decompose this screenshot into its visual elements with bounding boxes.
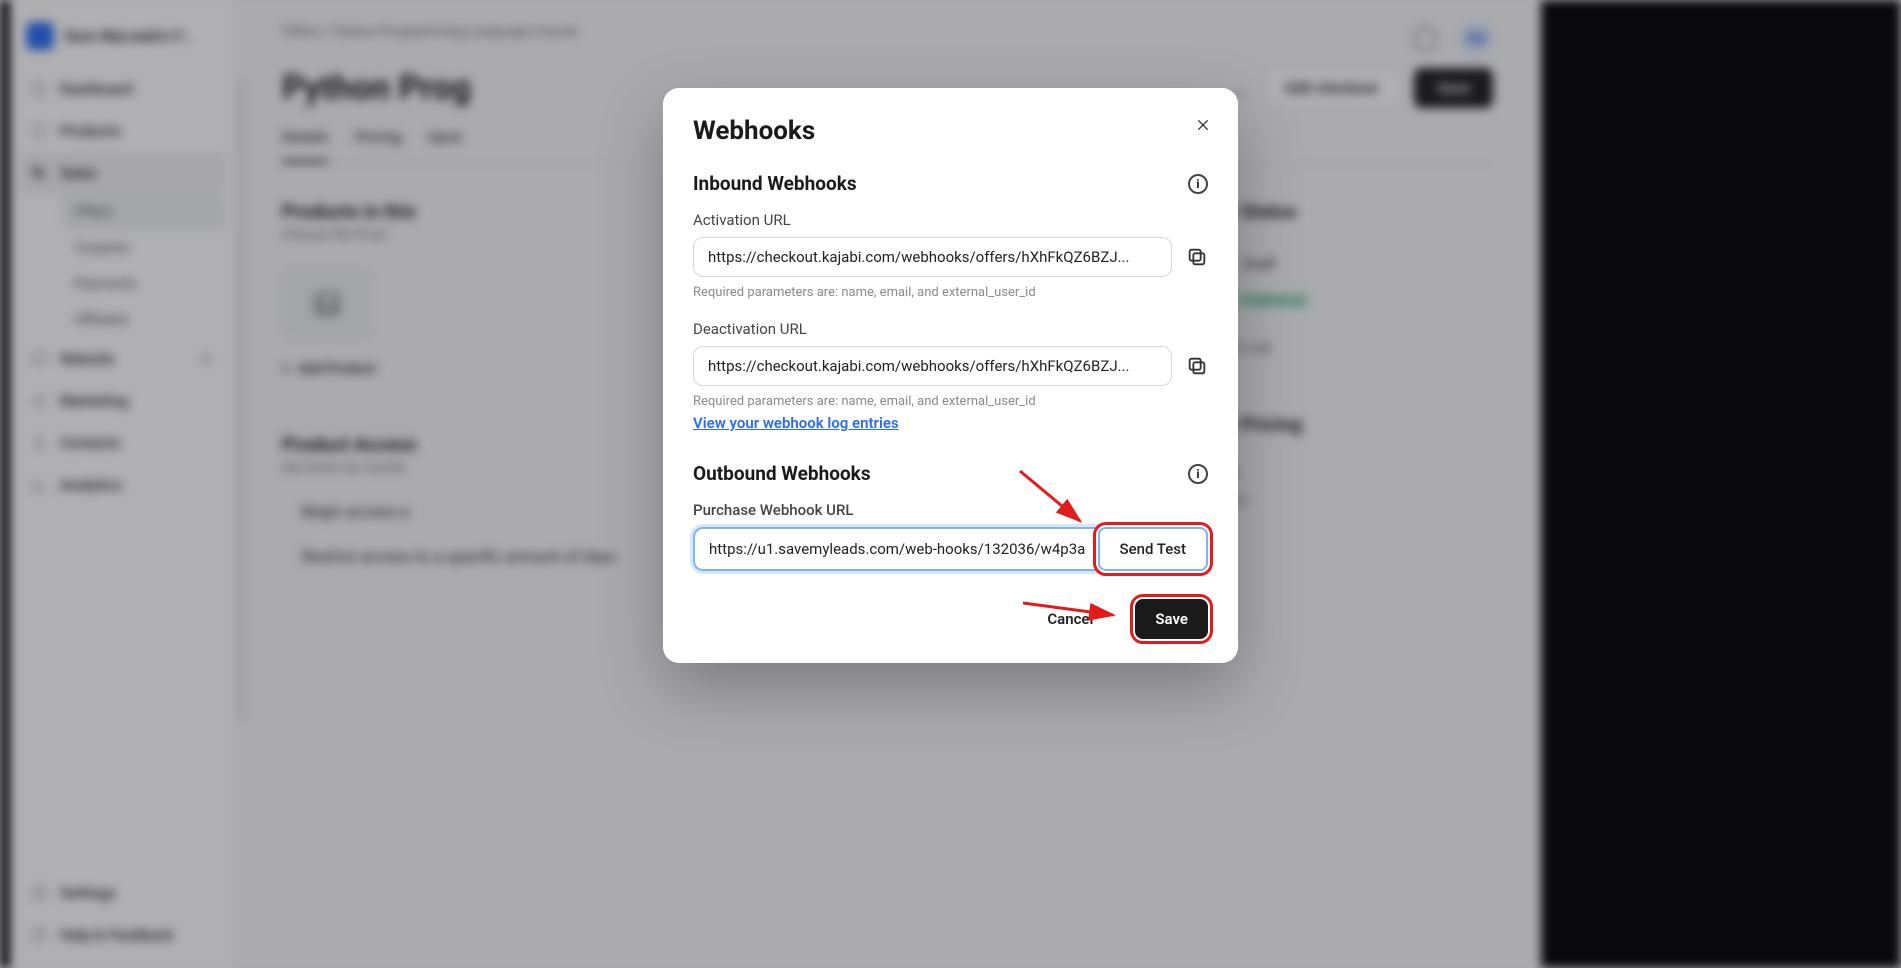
activation-url-value: https://checkout.kajabi.com/webhooks/off… <box>708 248 1129 266</box>
copy-icon <box>1186 246 1208 268</box>
copy-deactivation-button[interactable] <box>1186 355 1208 377</box>
close-icon <box>1195 117 1211 133</box>
modal-title: Webhooks <box>693 116 1208 146</box>
cancel-button[interactable]: Cancel <box>1027 599 1113 639</box>
purchase-label: Purchase Webhook URL <box>693 501 1208 519</box>
save-label: Save <box>1155 610 1188 628</box>
purchase-url-input[interactable]: https://u1.savemyleads.com/web-hooks/132… <box>693 527 1098 571</box>
send-test-label: Send Test <box>1120 540 1187 558</box>
activation-label: Activation URL <box>693 211 1208 229</box>
activation-help: Required parameters are: name, email, an… <box>693 285 1208 300</box>
close-button[interactable] <box>1192 114 1214 136</box>
webhooks-modal: Webhooks Inbound Webhooks i Activation U… <box>663 88 1238 663</box>
activation-url-field[interactable]: https://checkout.kajabi.com/webhooks/off… <box>693 237 1172 277</box>
deactivation-url-field[interactable]: https://checkout.kajabi.com/webhooks/off… <box>693 346 1172 386</box>
copy-activation-button[interactable] <box>1186 246 1208 268</box>
inbound-heading: Inbound Webhooks <box>693 172 857 195</box>
info-icon[interactable]: i <box>1188 174 1208 194</box>
copy-icon <box>1186 355 1208 377</box>
save-button[interactable]: Save <box>1135 599 1208 639</box>
purchase-url-value: https://u1.savemyleads.com/web-hooks/132… <box>709 540 1085 558</box>
outbound-heading: Outbound Webhooks <box>693 462 871 485</box>
info-icon[interactable]: i <box>1188 464 1208 484</box>
webhook-log-link[interactable]: View your webhook log entries <box>693 414 899 432</box>
deactivation-help: Required parameters are: name, email, an… <box>693 394 1208 409</box>
deactivation-url-value: https://checkout.kajabi.com/webhooks/off… <box>708 357 1129 375</box>
cancel-label: Cancel <box>1047 610 1093 628</box>
deactivation-label: Deactivation URL <box>693 320 1208 338</box>
send-test-button[interactable]: Send Test <box>1098 527 1209 571</box>
